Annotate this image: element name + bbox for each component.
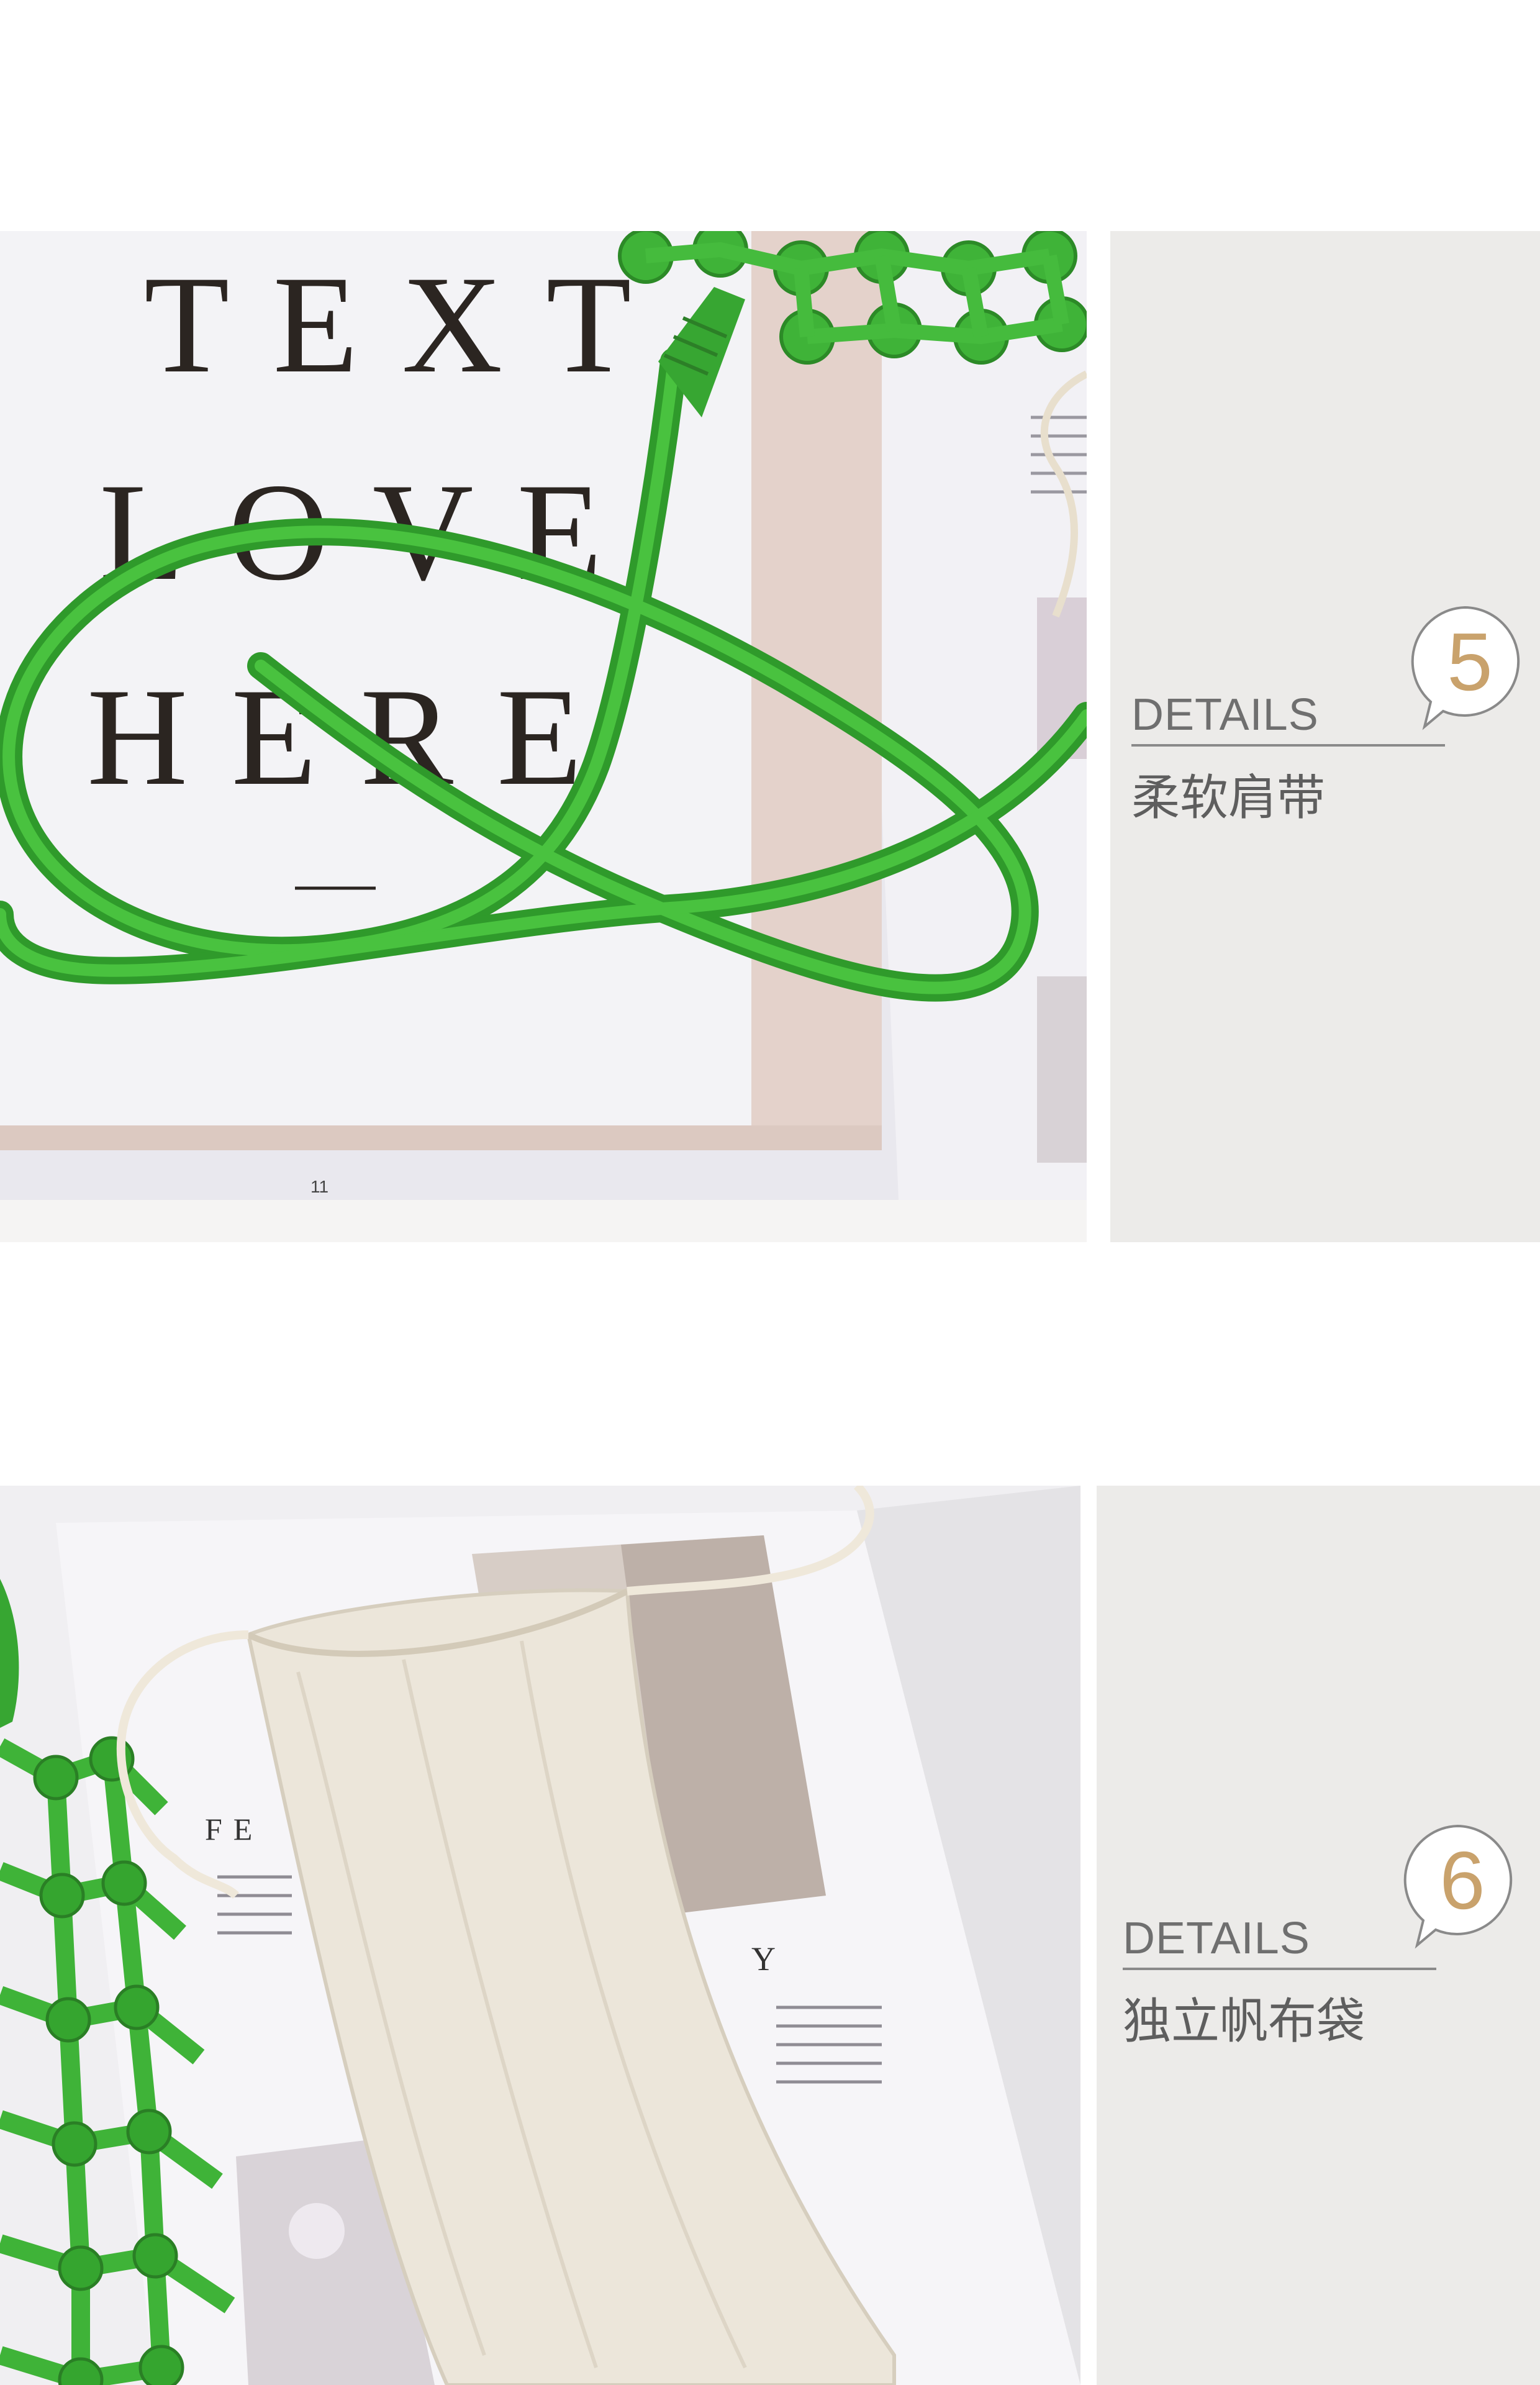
detail-number: 5 xyxy=(1447,616,1493,707)
speech-bubble-icon: 5 xyxy=(1406,602,1536,733)
callout-divider xyxy=(1123,1968,1436,1970)
strap-photo: TEXT LOVE HERE 11 xyxy=(0,231,1087,1242)
dust-bag-photo: FE Y xyxy=(0,1486,1080,2385)
speech-bubble-icon: 6 xyxy=(1398,1821,1529,1951)
detail-number: 6 xyxy=(1439,1834,1485,1926)
detail-caption: 柔软肩带 xyxy=(1131,770,1326,826)
magazine-text-y: Y xyxy=(751,1940,776,1978)
callout-divider xyxy=(1131,744,1445,747)
magazine-page-number: 11 xyxy=(310,1177,328,1196)
details-label: DETAILS xyxy=(1123,1914,1310,1963)
details-label: DETAILS xyxy=(1131,690,1319,740)
magazine-text-fe: FE xyxy=(205,1812,263,1847)
detail-caption: 独立帆布袋 xyxy=(1123,1994,1366,2050)
magazine-text-line-1: TEXT xyxy=(144,247,675,402)
